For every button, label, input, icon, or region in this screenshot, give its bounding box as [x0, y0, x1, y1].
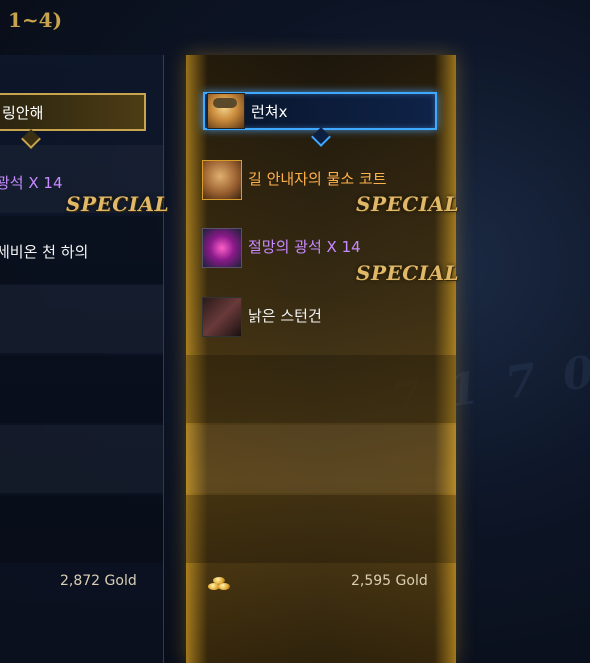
character-selector-label: 링안해 [2, 103, 44, 122]
item-name[interactable]: 광석 X 14 [0, 172, 63, 193]
row-band [0, 285, 163, 353]
character-selector-right[interactable]: 런쳐x [203, 92, 437, 130]
row-band [186, 495, 456, 563]
character-avatar-icon [207, 93, 245, 129]
gold-coin-icon [208, 575, 232, 591]
price-label: 2,872 Gold [60, 573, 137, 589]
character-selector-label: 런쳐x [251, 102, 288, 121]
special-badge: SPECIAL [356, 261, 460, 285]
row-band [0, 355, 163, 423]
character-selector-left[interactable]: 링안해 [0, 93, 146, 131]
row-band [0, 425, 163, 493]
item-name: 길 안내자의 물소 코트 [248, 170, 387, 188]
right-reward-column: 런쳐x 길 안내자의 물소 코트 SPECIAL 절망의 광석 X 14 SPE… [186, 55, 460, 663]
row-band [186, 425, 456, 493]
special-badge: SPECIAL [356, 192, 460, 216]
special-badge: SPECIAL [66, 192, 170, 216]
gun-icon [202, 297, 242, 337]
price-label: 2,595 Gold [351, 573, 428, 589]
reward-item[interactable]: 낡은 스턴건 [202, 297, 452, 337]
page-title: 1~4) [8, 8, 63, 32]
selector-pointer [311, 127, 331, 147]
row-band [186, 355, 456, 423]
item-name: 절망의 광석 X 14 [248, 238, 361, 256]
item-name[interactable]: 세비온 천 하의 [0, 241, 88, 262]
left-reward-column: 링안해 광석 X 14 SPECIAL 세비온 천 하의 2,872 Gold [0, 55, 169, 663]
coat-icon [202, 160, 242, 200]
gem-icon [202, 228, 242, 268]
item-name: 낡은 스턴건 [248, 307, 322, 325]
row-band [0, 495, 163, 563]
